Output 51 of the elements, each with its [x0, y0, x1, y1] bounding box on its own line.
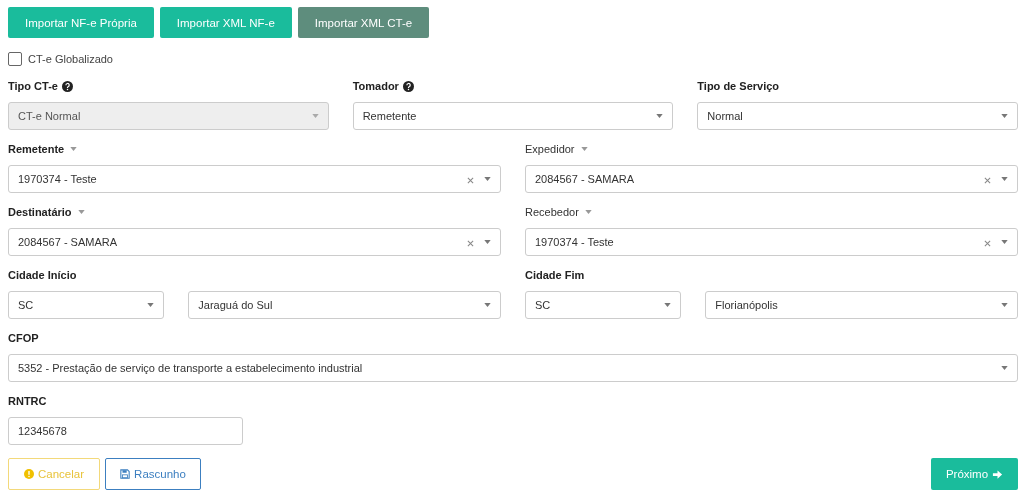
field-label: Tipo de Serviço	[697, 80, 780, 92]
select-field[interactable]: SC	[8, 291, 165, 319]
clear-icon[interactable]	[984, 240, 991, 247]
caret-icon[interactable]	[580, 147, 588, 151]
select-field[interactable]: 2084567 - SAMARA	[525, 165, 1018, 193]
caret-icon[interactable]	[77, 210, 85, 214]
field-label: Remetente	[8, 143, 65, 155]
select-field[interactable]: 1970374 - Teste	[8, 165, 501, 193]
field-label: Tipo CT-e	[8, 80, 58, 92]
save-icon	[120, 469, 131, 479]
text-input[interactable]: 12345678	[8, 417, 243, 445]
dropdown-caret-icon[interactable]	[664, 303, 672, 307]
caret-icon[interactable]	[70, 147, 78, 151]
arrow-right-icon	[992, 468, 1004, 480]
select-field[interactable]: Normal	[697, 102, 1018, 130]
caret-icon[interactable]	[584, 210, 592, 214]
checkbox[interactable]	[8, 52, 22, 66]
field-label: CFOP	[8, 332, 39, 344]
field-label: Cidade Início	[8, 269, 77, 281]
clear-icon[interactable]	[984, 177, 991, 184]
select-field[interactable]: Florianópolis	[705, 291, 1018, 319]
field-label: Tomador	[352, 80, 399, 92]
dropdown-caret-icon[interactable]	[1001, 303, 1008, 307]
help-icon[interactable]	[61, 80, 73, 92]
dropdown-caret-icon[interactable]	[1001, 177, 1008, 181]
dropdown-caret-icon[interactable]	[1001, 240, 1008, 244]
select-field[interactable]: Jaraguá do Sul	[188, 291, 501, 319]
clear-icon[interactable]	[467, 177, 474, 184]
import-button[interactable]: Importar XML CT-e	[297, 7, 430, 38]
select-field[interactable]: SC	[525, 291, 682, 319]
field-label: RNTRC	[8, 395, 47, 407]
alert-icon	[24, 469, 34, 479]
clear-icon[interactable]	[467, 240, 474, 247]
field-label: Destinatário	[8, 206, 72, 218]
draft-button[interactable]: Rascunho	[105, 458, 201, 490]
dropdown-caret-icon[interactable]	[1001, 366, 1008, 370]
dropdown-caret-icon[interactable]	[656, 114, 664, 118]
dropdown-caret-icon[interactable]	[484, 177, 491, 181]
select-field[interactable]: 1970374 - Teste	[525, 228, 1018, 256]
help-icon[interactable]	[402, 80, 414, 92]
dropdown-caret-icon[interactable]	[484, 240, 491, 244]
checkbox-label: CT-e Globalizado	[28, 53, 113, 65]
field-label: Recebedor	[525, 206, 579, 218]
field-label: Cidade Fim	[525, 269, 585, 281]
dropdown-caret-icon[interactable]	[484, 303, 491, 307]
select-field[interactable]: 2084567 - SAMARA	[8, 228, 501, 256]
select-field[interactable]: 5352 - Prestação de serviço de transporte a estabelecimento industrial	[8, 354, 1018, 382]
dropdown-caret-icon[interactable]	[147, 303, 155, 307]
field-label: Expedidor	[525, 143, 575, 155]
select-field[interactable]: Remetente	[352, 102, 674, 130]
dropdown-caret-icon[interactable]	[1001, 114, 1008, 118]
